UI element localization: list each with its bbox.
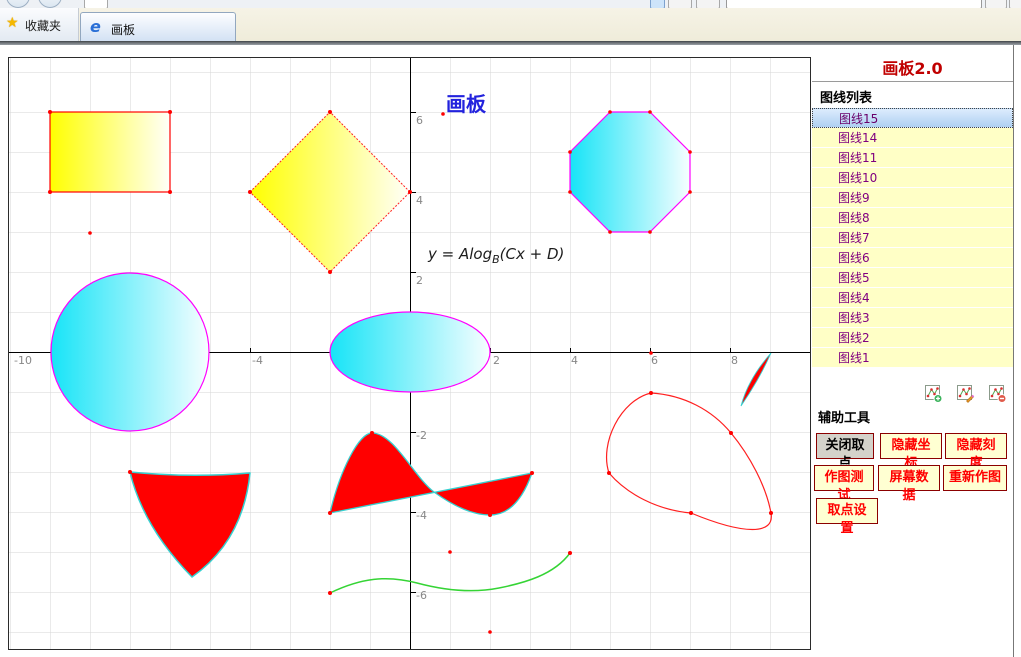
- x-axis-label: 2: [493, 354, 500, 367]
- y-axis-label: -4: [416, 509, 427, 522]
- circle-shape[interactable]: [51, 273, 209, 431]
- drawing-canvas[interactable]: -10 -4 2 4 6 8 6 4 2 -2 -4 -6: [8, 57, 811, 650]
- tab-bar: ★ 收藏夹 e 画板: [0, 8, 1021, 41]
- y-axis-label: 4: [416, 194, 423, 207]
- favorites-star-icon: ★: [6, 15, 19, 31]
- curve-list-header: 图线列表: [820, 87, 872, 106]
- rectangle-shape[interactable]: [50, 112, 170, 192]
- curve-list-item[interactable]: 图线9: [812, 188, 1013, 208]
- curve-list-item[interactable]: 图线11: [812, 148, 1013, 168]
- tools-header: 辅助工具: [818, 407, 870, 426]
- ellipse-shape[interactable]: [330, 312, 490, 392]
- y-axis-label: -2: [416, 429, 427, 442]
- curve-list-item[interactable]: 图线7: [812, 228, 1013, 248]
- curve-edit-icons: [812, 385, 1007, 405]
- curve-list-item[interactable]: 图线6: [812, 248, 1013, 268]
- divider: [812, 81, 1013, 82]
- curve-list-item[interactable]: 图线10: [812, 168, 1013, 188]
- y-axis-label: -6: [416, 589, 427, 602]
- app-title: 画板2.0: [812, 55, 1013, 79]
- toolbar-button-active[interactable]: [650, 0, 665, 8]
- curve-list-item[interactable]: 图线4: [812, 288, 1013, 308]
- back-button[interactable]: [6, 0, 30, 8]
- screen-data-button[interactable]: 屏幕数据: [878, 465, 940, 491]
- draw-test-button[interactable]: 作图测试: [814, 465, 874, 491]
- y-axis-label: 2: [416, 274, 423, 287]
- favorites-label: 收藏夹: [25, 17, 61, 34]
- y-axis-label: 6: [416, 114, 423, 127]
- page-content: -10 -4 2 4 6 8 6 4 2 -2 -4 -6: [0, 45, 1021, 657]
- curve-list-item[interactable]: 图线15: [812, 108, 1013, 128]
- browser-toolbar-strip: [0, 0, 1021, 8]
- tab-title: 画板: [111, 21, 135, 38]
- search-input[interactable]: [726, 0, 982, 8]
- curve-list-item[interactable]: 图线3: [812, 308, 1013, 328]
- tab-huaban[interactable]: e 画板: [80, 12, 236, 41]
- canvas-svg: -10 -4 2 4 6 8 6 4 2 -2 -4 -6: [9, 58, 810, 649]
- add-curve-icon[interactable]: [925, 385, 943, 403]
- curve-list-item[interactable]: 图线1: [812, 348, 1013, 368]
- x-axis-label: 6: [651, 354, 658, 367]
- toolbar-button[interactable]: [985, 0, 1007, 8]
- toolbar-button[interactable]: [1009, 0, 1021, 8]
- redraw-button[interactable]: 重新作图: [943, 465, 1007, 491]
- curve-list-item[interactable]: 图线8: [812, 208, 1013, 228]
- close-picking-button[interactable]: 关闭取点: [816, 433, 874, 459]
- toolbar-button[interactable]: [668, 0, 692, 8]
- point-settings-button[interactable]: 取点设置: [816, 498, 878, 524]
- x-axis-label: -4: [252, 354, 263, 367]
- curve-list-item[interactable]: 图线14: [812, 128, 1013, 148]
- x-axis-label: -10: [14, 354, 32, 367]
- toolbar-button[interactable]: [696, 0, 720, 8]
- hide-scale-button[interactable]: 隐藏刻度: [945, 433, 1007, 459]
- favorites-button[interactable]: ★ 收藏夹: [0, 8, 79, 41]
- curve-list: 图线15 图线14 图线11 图线10 图线9 图线8 图线7 图线6 图线5 …: [812, 108, 1013, 368]
- frame-divider: [1013, 45, 1014, 657]
- favicon-box: [84, 0, 108, 8]
- hide-axes-button[interactable]: 隐藏坐标: [880, 433, 942, 459]
- forward-button[interactable]: [38, 0, 62, 8]
- canvas-title[interactable]: 画板: [446, 92, 487, 116]
- ie-icon: e: [90, 17, 101, 36]
- edit-curve-icon[interactable]: [957, 385, 975, 403]
- x-axis-label: 8: [731, 354, 738, 367]
- delete-curve-icon[interactable]: [989, 385, 1007, 403]
- x-axis-label: 4: [571, 354, 578, 367]
- sidebar: 画板2.0 图线列表 图线15 图线14 图线11 图线10 图线9 图线8 图…: [812, 45, 1013, 657]
- curve-list-item[interactable]: 图线5: [812, 268, 1013, 288]
- curve-list-item[interactable]: 图线2: [812, 328, 1013, 348]
